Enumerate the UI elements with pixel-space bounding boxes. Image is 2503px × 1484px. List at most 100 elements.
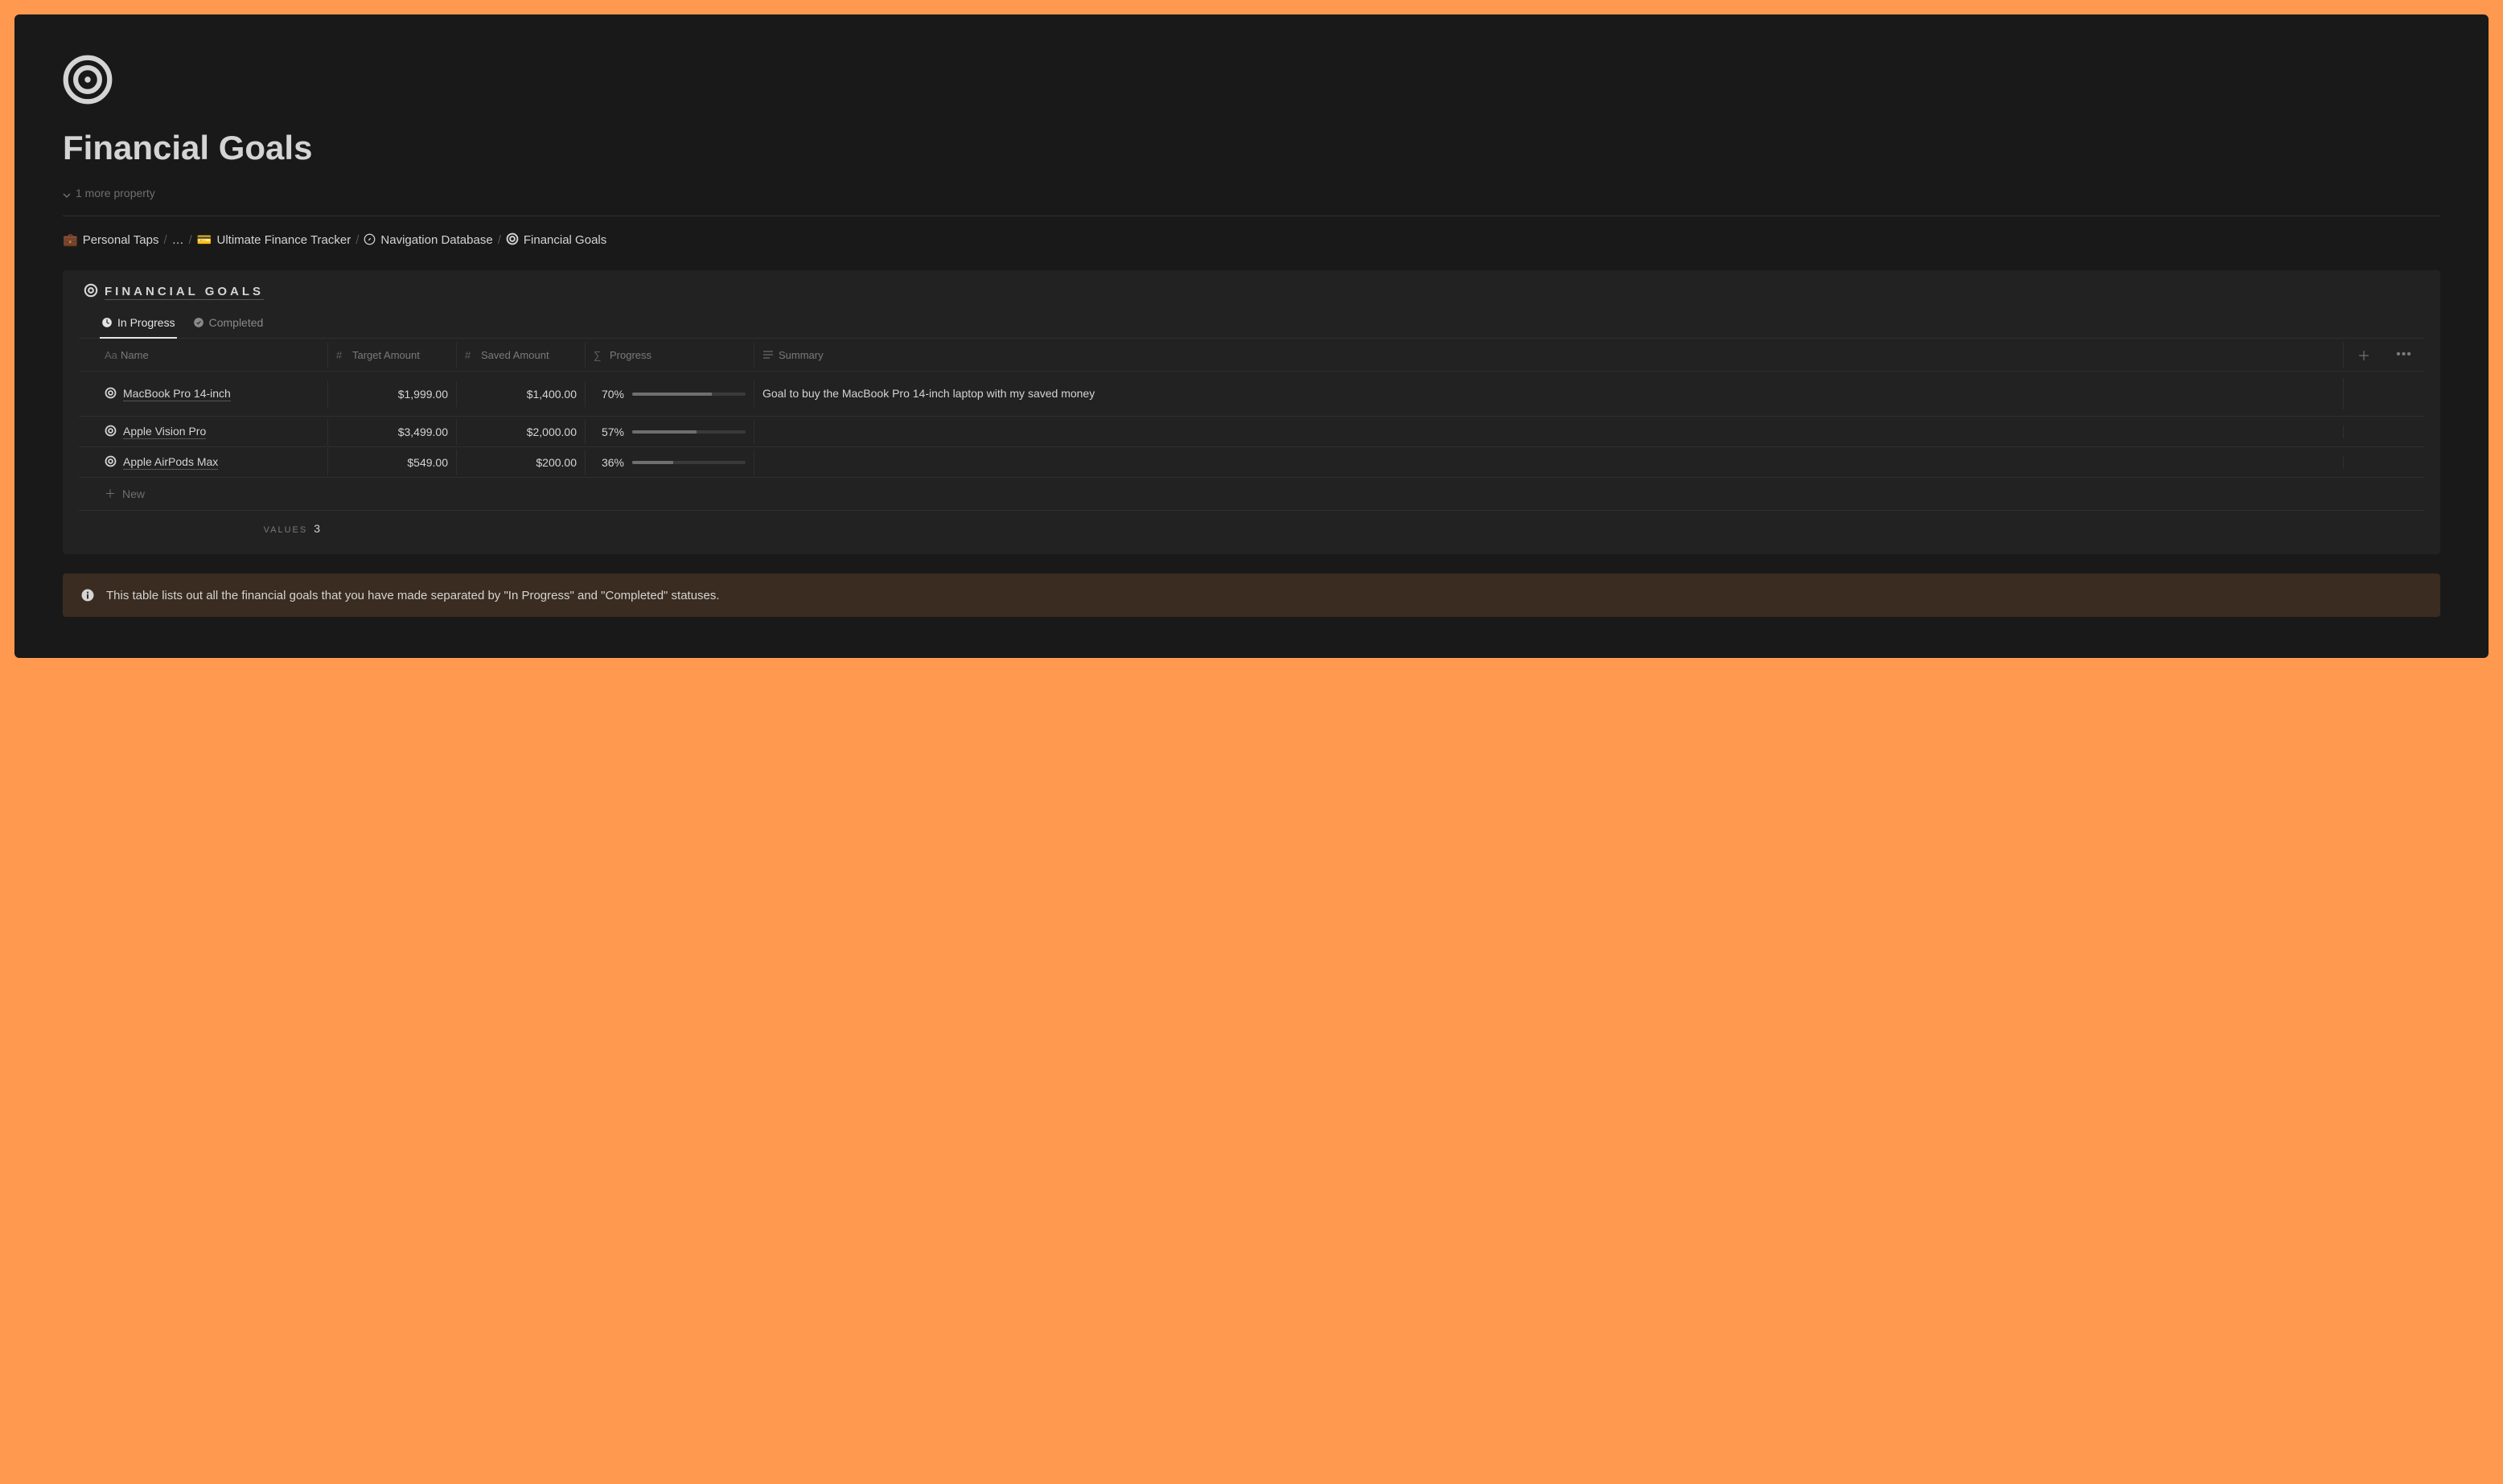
breadcrumb-label: Financial Goals xyxy=(524,233,606,247)
table-row[interactable]: MacBook Pro 14-inch $1,999.00$1,400.00 70%… xyxy=(79,372,2424,417)
column-label: Progress xyxy=(610,349,651,361)
lines-icon xyxy=(762,349,774,360)
callout-text: This table lists out all the financial g… xyxy=(106,589,720,602)
breadcrumb-separator: / xyxy=(356,233,359,247)
breadcrumb-separator: / xyxy=(498,233,501,247)
target-icon xyxy=(506,232,519,248)
sigma-icon: ∑ xyxy=(594,349,605,360)
progress-percent: 70% xyxy=(594,388,624,401)
number-icon: # xyxy=(336,349,347,360)
more-properties-toggle[interactable]: 1 more property xyxy=(63,182,2440,216)
cell-name[interactable]: Apple Vision Pro xyxy=(79,418,328,446)
breadcrumb-label: Navigation Database xyxy=(380,233,492,247)
target-icon xyxy=(105,387,117,401)
more-icon: ••• xyxy=(2396,347,2412,362)
tab-label: Completed xyxy=(209,316,264,329)
breadcrumb-label: Ultimate Finance Tracker xyxy=(217,233,351,247)
breadcrumb-item[interactable]: Navigation Database xyxy=(364,233,492,248)
cell-spacer xyxy=(2344,456,2384,469)
column-options-button[interactable]: ••• xyxy=(2384,341,2424,368)
row-name: Apple AirPods Max xyxy=(123,455,218,470)
add-column-button[interactable]: ＋ xyxy=(2344,339,2384,371)
page-title: Financial Goals xyxy=(63,129,2440,167)
cell-saved[interactable]: $2,000.00 xyxy=(457,419,586,445)
cell-progress[interactable]: 70% xyxy=(586,381,754,407)
breadcrumb-label: … xyxy=(172,233,184,247)
target-icon xyxy=(63,55,113,105)
target-icon xyxy=(105,455,117,470)
database-title-row[interactable]: FINANCIAL GOALS xyxy=(63,283,2440,310)
plus-icon: ＋ xyxy=(105,486,116,502)
cell-name[interactable]: MacBook Pro 14-inch xyxy=(79,380,328,408)
text-icon: Aa xyxy=(105,349,116,360)
row-name: Apple Vision Pro xyxy=(123,425,206,439)
plus-icon: ＋ xyxy=(2357,345,2370,364)
breadcrumb-item[interactable]: 💼 Personal Taps xyxy=(63,233,158,247)
new-row-label: New xyxy=(122,487,145,500)
cell-saved[interactable]: $1,400.00 xyxy=(457,381,586,407)
database-title: FINANCIAL GOALS xyxy=(105,285,264,300)
cell-spacer xyxy=(2384,425,2424,438)
cell-spacer xyxy=(2384,456,2424,469)
column-label: Saved Amount xyxy=(481,349,549,361)
cell-target[interactable]: $3,499.00 xyxy=(328,419,457,445)
cell-spacer xyxy=(2344,425,2384,438)
cell-target[interactable]: $1,999.00 xyxy=(328,381,457,407)
column-header-progress[interactable]: ∑ Progress xyxy=(586,343,754,368)
table-row[interactable]: Apple Vision Pro $3,499.00$2,000.00 57% xyxy=(79,417,2424,447)
breadcrumb-separator: / xyxy=(189,233,192,247)
column-label: Name xyxy=(121,349,149,361)
breadcrumb-item[interactable]: 💳 Ultimate Finance Tracker xyxy=(197,233,351,247)
breadcrumb-item[interactable]: … xyxy=(172,233,184,247)
card-icon: 💳 xyxy=(197,234,212,246)
cell-name[interactable]: Apple AirPods Max xyxy=(79,449,328,476)
database-block: FINANCIAL GOALS In Progress Completed Aa xyxy=(63,270,2440,554)
new-row-button[interactable]: ＋ New xyxy=(79,478,2424,511)
values-count: 3 xyxy=(314,522,320,535)
progress-percent: 57% xyxy=(594,425,624,438)
row-name: MacBook Pro 14-inch xyxy=(123,387,231,401)
column-label: Summary xyxy=(779,349,824,361)
check-circle-icon xyxy=(193,317,204,328)
cell-spacer xyxy=(2384,388,2424,401)
column-header-summary[interactable]: Summary xyxy=(754,343,2344,368)
cell-target[interactable]: $549.00 xyxy=(328,450,457,475)
tab-in-progress[interactable]: In Progress xyxy=(100,310,177,339)
more-properties-label: 1 more property xyxy=(76,187,155,199)
view-tabs: In Progress Completed xyxy=(79,310,2424,339)
breadcrumb-label: Personal Taps xyxy=(83,233,159,247)
values-label: VALUES xyxy=(264,525,308,535)
aggregate-row: VALUES 3 xyxy=(79,511,2424,535)
info-icon xyxy=(80,588,95,602)
target-icon xyxy=(84,283,98,302)
breadcrumb-item[interactable]: Financial Goals xyxy=(506,232,606,248)
chevron-down-icon xyxy=(63,189,71,197)
compass-icon xyxy=(364,233,376,248)
cell-summary[interactable]: Goal to buy the MacBook Pro 14-inch lapt… xyxy=(754,378,2344,409)
table-header: Aa Name # Target Amount # Saved Amount ∑… xyxy=(79,339,2424,372)
tab-completed[interactable]: Completed xyxy=(191,310,265,339)
progress-bar xyxy=(632,393,746,396)
tab-label: In Progress xyxy=(117,316,175,329)
breadcrumb-separator: / xyxy=(163,233,166,247)
column-label: Target Amount xyxy=(352,349,420,361)
progress-bar xyxy=(632,430,746,434)
breadcrumb: 💼 Personal Taps / … / 💳 Ultimate Finance… xyxy=(63,232,2440,248)
column-header-saved[interactable]: # Saved Amount xyxy=(457,343,586,368)
number-icon: # xyxy=(465,349,476,360)
column-header-target[interactable]: # Target Amount xyxy=(328,343,457,368)
briefcase-icon: 💼 xyxy=(63,234,78,246)
cell-progress[interactable]: 57% xyxy=(586,419,754,445)
cell-saved[interactable]: $200.00 xyxy=(457,450,586,475)
app-window: Financial Goals 1 more property 💼 Person… xyxy=(14,14,2489,658)
cell-summary[interactable] xyxy=(754,456,2344,469)
table-row[interactable]: Apple AirPods Max $549.00$200.0036% xyxy=(79,447,2424,478)
page-icon-target xyxy=(63,55,113,105)
progress-bar xyxy=(632,461,746,464)
table: Aa Name # Target Amount # Saved Amount ∑… xyxy=(63,339,2440,535)
clock-icon xyxy=(101,317,113,328)
target-icon xyxy=(105,425,117,439)
cell-summary[interactable] xyxy=(754,425,2344,438)
column-header-name[interactable]: Aa Name xyxy=(79,343,328,368)
cell-progress[interactable]: 36% xyxy=(586,450,754,475)
